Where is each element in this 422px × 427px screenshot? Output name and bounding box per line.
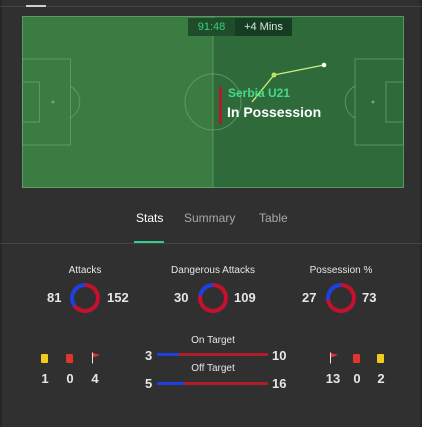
on-target-away: 10 bbox=[272, 348, 287, 363]
attacks-title: Attacks bbox=[68, 265, 102, 276]
possession-donut bbox=[326, 283, 356, 313]
off-target-away-bar bbox=[184, 382, 268, 385]
pitch-markings bbox=[22, 16, 404, 188]
red-card-icon bbox=[66, 354, 73, 363]
home-corners: 4 bbox=[91, 371, 99, 386]
away-red-cards: 0 bbox=[353, 371, 361, 386]
possession-status: In Possession bbox=[227, 104, 322, 120]
possession-title: Possession % bbox=[309, 265, 373, 276]
possession-home: 27 bbox=[302, 290, 317, 305]
match-clock: 91:48 +4 Mins bbox=[188, 18, 292, 36]
yellow-card-icon bbox=[377, 354, 384, 363]
yellow-card-icon bbox=[41, 354, 48, 363]
attacks-home: 81 bbox=[47, 290, 62, 305]
off-target-away: 16 bbox=[272, 376, 287, 391]
match-pitch bbox=[22, 16, 404, 188]
possession-team: Serbia U21 bbox=[228, 86, 291, 100]
on-target-away-bar bbox=[179, 353, 268, 356]
on-target-home-bar bbox=[157, 353, 179, 356]
added-time: +4 Mins bbox=[235, 18, 292, 36]
tab-bar: Stats Summary Table bbox=[0, 205, 422, 243]
dangerous-attacks-away: 109 bbox=[234, 290, 256, 305]
top-tab-indicator bbox=[26, 5, 46, 7]
home-yellow-cards: 1 bbox=[41, 371, 49, 386]
attacks-away: 152 bbox=[107, 290, 129, 305]
tab-summary[interactable]: Summary bbox=[184, 211, 235, 225]
dangerous-attacks-title: Dangerous Attacks bbox=[171, 265, 255, 276]
ball-previous-position bbox=[271, 72, 277, 78]
possession-marker bbox=[219, 87, 222, 124]
dangerous-attacks-home: 30 bbox=[174, 290, 189, 305]
corner-flag-icon bbox=[92, 352, 100, 364]
possession-away: 73 bbox=[362, 290, 377, 305]
off-target-home-bar bbox=[157, 382, 184, 385]
top-divider bbox=[0, 6, 422, 7]
ball-icon bbox=[321, 62, 327, 68]
dangerous-attacks-donut bbox=[198, 283, 228, 313]
on-target-home: 3 bbox=[145, 348, 153, 363]
off-target-label: Off Target bbox=[191, 363, 235, 374]
tabs-divider bbox=[0, 243, 422, 244]
on-target-label: On Target bbox=[191, 335, 235, 346]
clock-time: 91:48 bbox=[188, 18, 235, 36]
away-corners: 13 bbox=[325, 371, 341, 386]
tab-table[interactable]: Table bbox=[259, 211, 288, 225]
away-yellow-cards: 2 bbox=[377, 371, 385, 386]
attacks-donut bbox=[70, 283, 100, 313]
red-card-icon bbox=[353, 354, 360, 363]
home-red-cards: 0 bbox=[66, 371, 74, 386]
corner-flag-icon bbox=[330, 352, 338, 364]
tab-stats[interactable]: Stats bbox=[136, 211, 163, 225]
off-target-home: 5 bbox=[145, 376, 153, 391]
